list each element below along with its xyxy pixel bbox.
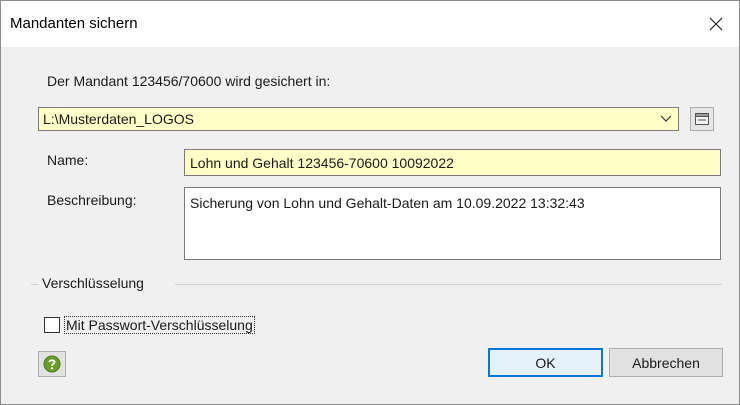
encryption-checkbox-label[interactable]: Mit Passwort-Verschlüsselung xyxy=(64,316,255,334)
description-field[interactable]: Sicherung von Lohn und Gehalt-Daten am 1… xyxy=(184,187,721,260)
group-divider-right xyxy=(175,284,722,285)
encryption-group-label: Verschlüsselung xyxy=(42,275,144,291)
description-label: Beschreibung: xyxy=(47,192,137,208)
close-button[interactable] xyxy=(693,1,739,47)
name-value: Lohn und Gehalt 123456-70600 10092022 xyxy=(190,155,454,171)
backup-dialog: Mandanten sichern Der Mandant 123456/706… xyxy=(0,0,740,405)
group-divider-left xyxy=(31,284,39,285)
window-title: Mandanten sichern xyxy=(10,15,138,32)
cancel-button[interactable]: Abbrechen xyxy=(609,348,723,377)
description-value: Sicherung von Lohn und Gehalt-Daten am 1… xyxy=(190,195,585,211)
encryption-checkbox[interactable] xyxy=(44,317,60,333)
backup-path-value: L:\Musterdaten_LOGOS xyxy=(43,111,194,127)
name-field[interactable]: Lohn und Gehalt 123456-70600 10092022 xyxy=(184,149,721,176)
name-label: Name: xyxy=(47,152,89,168)
title-bar: Mandanten sichern xyxy=(1,1,739,47)
help-icon xyxy=(43,355,61,373)
backup-path-combobox[interactable]: L:\Musterdaten_LOGOS xyxy=(38,107,679,131)
browse-button[interactable] xyxy=(690,107,714,131)
folder-browse-icon xyxy=(695,113,709,125)
close-icon xyxy=(709,17,723,31)
help-button[interactable] xyxy=(38,351,66,377)
ok-button[interactable]: OK xyxy=(488,348,603,377)
chevron-down-icon[interactable] xyxy=(658,108,674,130)
intro-text: Der Mandant 123456/70600 wird gesichert … xyxy=(47,73,331,89)
